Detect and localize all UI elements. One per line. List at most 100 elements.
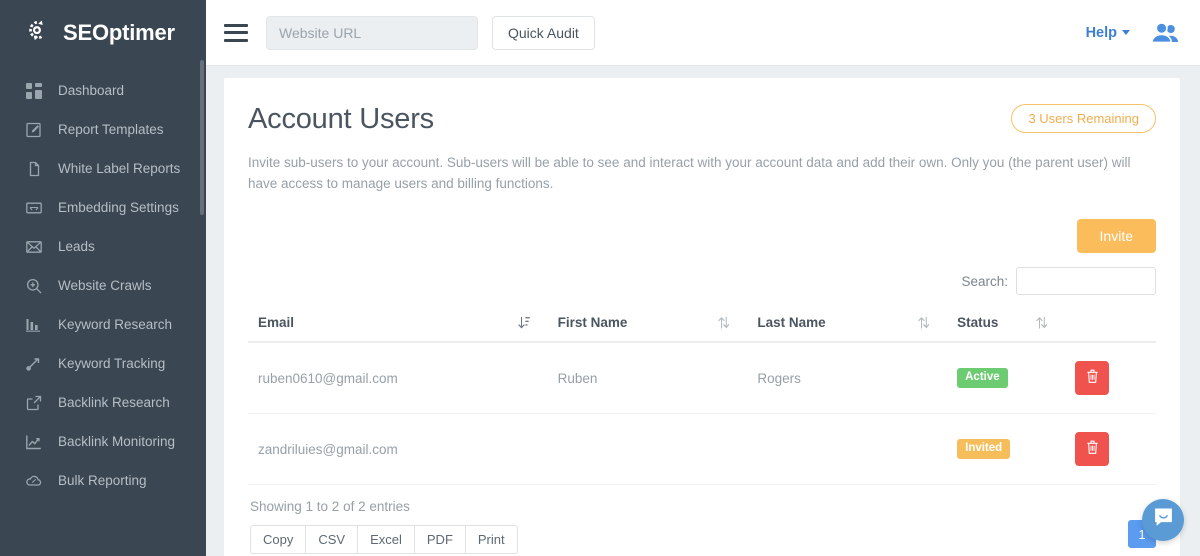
account-users-table: Email	[248, 307, 1156, 485]
export-buttons-group: Copy CSV Excel PDF Print	[250, 525, 518, 554]
top-bar-right: Help	[1086, 22, 1178, 44]
users-remaining-badge[interactable]: 3 Users Remaining	[1011, 104, 1156, 133]
sidebar-nav: Dashboard Report Templates White Label R…	[0, 66, 206, 500]
cell-actions	[1065, 414, 1156, 485]
invite-button[interactable]: Invite	[1077, 219, 1156, 253]
sidebar-item-label: Leads	[58, 239, 95, 254]
sidebar-item-website-crawls[interactable]: Website Crawls	[0, 266, 206, 305]
sidebar-item-dashboard[interactable]: Dashboard	[0, 71, 206, 110]
search-label: Search:	[961, 274, 1008, 289]
column-header-actions	[1065, 307, 1156, 342]
grid-icon	[25, 82, 43, 100]
column-header-label: Status	[957, 315, 998, 330]
column-header-last-name[interactable]: Last Name	[747, 307, 947, 342]
status-badge: Invited	[957, 439, 1010, 459]
sidebar-item-label: Report Templates	[58, 122, 164, 137]
sidebar-item-label: Backlink Research	[58, 395, 170, 410]
content-area: Account Users 3 Users Remaining Invite s…	[206, 66, 1200, 556]
main-region: Quick Audit Help	[206, 0, 1200, 556]
chat-bubble-icon	[1153, 507, 1174, 533]
bar-chart-icon	[25, 316, 43, 334]
help-menu[interactable]: Help	[1086, 25, 1130, 41]
table-footer: Showing 1 to 2 of 2 entries Copy CSV Exc…	[248, 499, 1156, 554]
sidebar-scrollbar[interactable]	[200, 60, 204, 215]
status-badge: Active	[957, 368, 1008, 388]
website-url-input[interactable]	[266, 16, 478, 50]
line-chart-icon	[25, 433, 43, 451]
sort-both-icon	[1036, 316, 1047, 333]
application-window: SEOptimer Dashboard Report Templates Whi…	[0, 0, 1200, 556]
sidebar-item-backlink-monitoring[interactable]: Backlink Monitoring	[0, 422, 206, 461]
showing-entries-text: Showing 1 to 2 of 2 entries	[250, 499, 518, 514]
export-csv-button[interactable]: CSV	[306, 525, 358, 554]
sidebar-item-keyword-research[interactable]: Keyword Research	[0, 305, 206, 344]
sort-desc-icon	[518, 316, 530, 333]
sidebar-item-label: Keyword Tracking	[58, 356, 165, 371]
sidebar-item-keyword-tracking[interactable]: Keyword Tracking	[0, 344, 206, 383]
sidebar-item-label: White Label Reports	[58, 161, 180, 176]
search-input[interactable]	[1016, 267, 1156, 295]
sidebar-item-backlink-research[interactable]: Backlink Research	[0, 383, 206, 422]
chevron-down-icon	[1122, 30, 1130, 35]
sidebar-item-label: Keyword Research	[58, 317, 172, 332]
intercom-launcher[interactable]	[1142, 499, 1184, 541]
seoptimer-gear-icon	[24, 18, 54, 48]
export-print-button[interactable]: Print	[466, 525, 518, 554]
sidebar-item-label: Bulk Reporting	[58, 473, 147, 488]
table-row: ruben0610@gmail.com Ruben Rogers Active	[248, 342, 1156, 414]
table-footer-left: Showing 1 to 2 of 2 entries Copy CSV Exc…	[248, 499, 518, 554]
column-header-status[interactable]: Status	[947, 307, 1065, 342]
trash-icon	[1086, 440, 1099, 458]
cell-actions	[1065, 342, 1156, 414]
top-bar: Quick Audit Help	[206, 0, 1200, 66]
column-header-email[interactable]: Email	[248, 307, 548, 342]
column-header-label: Last Name	[757, 315, 825, 330]
table-header-row: Email	[248, 307, 1156, 342]
cell-status: Active	[947, 342, 1065, 414]
export-pdf-button[interactable]: PDF	[415, 525, 466, 554]
edit-square-icon	[25, 121, 43, 139]
delete-user-button[interactable]	[1075, 361, 1109, 395]
column-header-label: Email	[258, 315, 294, 330]
quick-audit-button[interactable]: Quick Audit	[492, 16, 595, 50]
column-header-first-name[interactable]: First Name	[548, 307, 748, 342]
help-label: Help	[1086, 25, 1117, 41]
export-copy-button[interactable]: Copy	[250, 525, 306, 554]
cell-status: Invited	[947, 414, 1065, 485]
sort-both-icon	[918, 316, 929, 333]
hamburger-icon[interactable]	[224, 24, 248, 42]
table-body: ruben0610@gmail.com Ruben Rogers Active	[248, 342, 1156, 485]
page-title: Account Users	[248, 104, 434, 136]
sidebar: SEOptimer Dashboard Report Templates Whi…	[0, 0, 206, 556]
cell-first-name	[548, 414, 748, 485]
sidebar-item-bulk-reporting[interactable]: Bulk Reporting	[0, 461, 206, 500]
window-icon	[25, 199, 43, 217]
trend-arrow-icon	[25, 355, 43, 373]
brand-logo[interactable]: SEOptimer	[0, 0, 206, 66]
cell-first-name: Ruben	[548, 342, 748, 414]
cell-last-name: Rogers	[747, 342, 947, 414]
users-group-icon[interactable]	[1152, 22, 1178, 44]
sort-both-icon	[718, 316, 729, 333]
card-header: Account Users 3 Users Remaining	[248, 104, 1156, 136]
column-header-label: First Name	[558, 315, 628, 330]
external-link-icon	[25, 394, 43, 412]
cell-email: zandriluies@gmail.com	[248, 414, 548, 485]
account-users-card: Account Users 3 Users Remaining Invite s…	[224, 78, 1180, 556]
sidebar-item-label: Backlink Monitoring	[58, 434, 175, 449]
envelope-icon	[25, 238, 43, 256]
sidebar-item-label: Dashboard	[58, 83, 124, 98]
delete-user-button[interactable]	[1075, 432, 1109, 466]
brand-name: SEOptimer	[63, 20, 175, 46]
sidebar-item-label: Embedding Settings	[58, 200, 179, 215]
sidebar-item-label: Website Crawls	[58, 278, 152, 293]
table-row: zandriluies@gmail.com Invited	[248, 414, 1156, 485]
sidebar-item-leads[interactable]: Leads	[0, 227, 206, 266]
sidebar-item-white-label-reports[interactable]: White Label Reports	[0, 149, 206, 188]
trash-icon	[1086, 369, 1099, 387]
sidebar-item-embedding-settings[interactable]: Embedding Settings	[0, 188, 206, 227]
sidebar-item-report-templates[interactable]: Report Templates	[0, 110, 206, 149]
export-excel-button[interactable]: Excel	[358, 525, 415, 554]
invite-row: Invite	[248, 219, 1156, 253]
cell-email: ruben0610@gmail.com	[248, 342, 548, 414]
